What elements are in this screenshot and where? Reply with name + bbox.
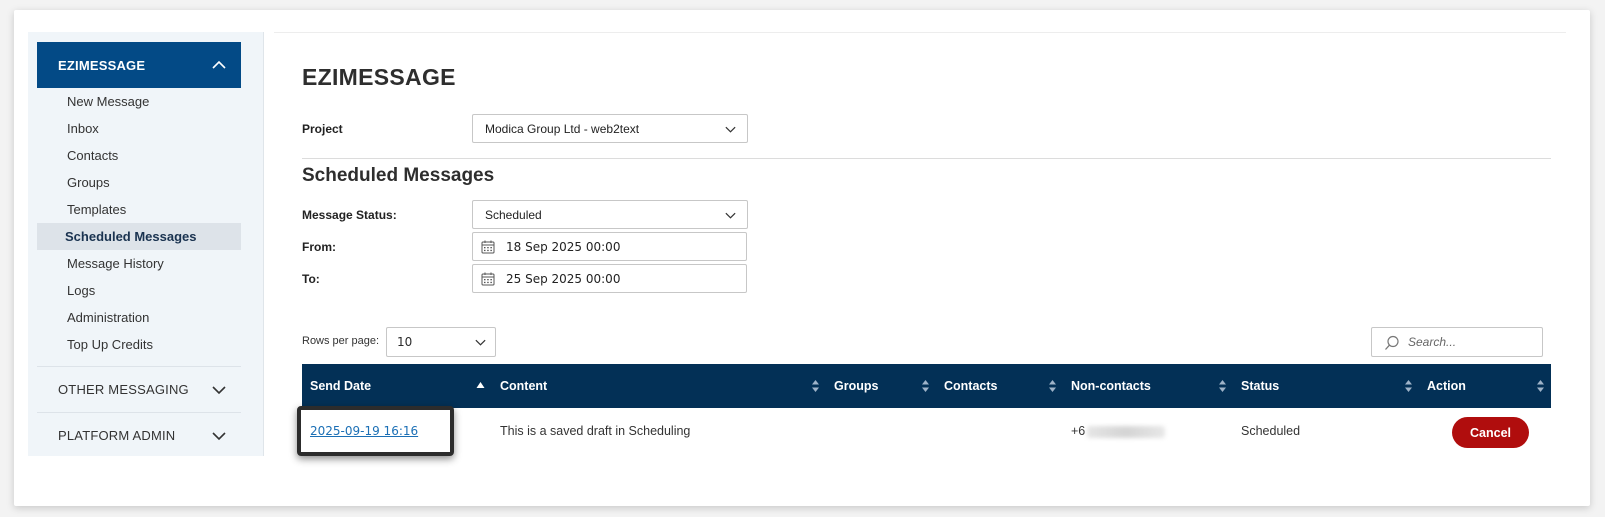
sort-ascending-icon xyxy=(476,382,485,388)
sidebar-item-message-history[interactable]: Message History xyxy=(37,250,241,277)
project-label: Project xyxy=(302,122,343,136)
chevron-up-icon xyxy=(212,60,226,69)
section-divider xyxy=(302,158,1551,159)
rows-per-page-value: 10 xyxy=(397,335,413,349)
sort-icon xyxy=(922,380,929,392)
rows-per-page-select[interactable]: 10 xyxy=(386,327,496,357)
sidebar-list: New Message Inbox Contacts Groups Templa… xyxy=(37,88,241,358)
project-select-value: Modica Group Ltd - web2text xyxy=(485,121,640,136)
chevron-down-icon xyxy=(212,386,226,395)
sidebar-item-inbox[interactable]: Inbox xyxy=(37,115,241,142)
from-date-value: 18 Sep 2025 00:00 xyxy=(506,239,621,254)
search-input[interactable] xyxy=(1408,335,1533,349)
page-title: EZIMESSAGE xyxy=(302,64,456,90)
message-status-value: Scheduled xyxy=(485,207,542,222)
column-label: Content xyxy=(500,379,548,393)
chevron-down-icon xyxy=(475,339,486,346)
cell-content: This is a saved draft in Scheduling xyxy=(500,424,691,438)
sort-icon xyxy=(812,380,819,392)
column-header-groups[interactable]: Groups xyxy=(826,364,936,408)
sidebar-section-ezimessage[interactable]: EZIMESSAGE xyxy=(37,42,241,88)
to-label: To: xyxy=(302,272,320,286)
cell-status: Scheduled xyxy=(1241,424,1301,438)
column-label: Contacts xyxy=(944,379,998,393)
cancel-button[interactable]: Cancel xyxy=(1452,417,1529,448)
cell-send-date: 2025-09-19 16:16 xyxy=(302,408,492,454)
sort-icon xyxy=(1219,380,1226,392)
chevron-down-icon xyxy=(725,126,736,133)
top-divider xyxy=(274,32,1566,33)
cell-groups xyxy=(826,408,936,454)
sidebar-item-administration[interactable]: Administration xyxy=(37,304,241,331)
project-select[interactable]: Modica Group Ltd - web2text xyxy=(472,114,748,143)
message-status-select[interactable]: Scheduled xyxy=(472,200,748,229)
column-header-non-contacts[interactable]: Non-contacts xyxy=(1063,364,1233,408)
sidebar-item-contacts[interactable]: Contacts xyxy=(37,142,241,169)
column-header-action[interactable]: Action xyxy=(1419,364,1551,408)
rows-per-page-label: Rows per page: xyxy=(302,335,380,347)
search-box xyxy=(1371,327,1543,357)
column-label: Action xyxy=(1427,379,1466,393)
to-date-value: 25 Sep 2025 00:00 xyxy=(506,271,621,286)
chevron-down-icon xyxy=(212,432,226,441)
table-header: Send Date Content Groups Contacts Non-co… xyxy=(302,364,1551,408)
column-label: Groups xyxy=(834,379,879,393)
column-header-status[interactable]: Status xyxy=(1233,364,1419,408)
from-date-input[interactable]: 18 Sep 2025 00:00 xyxy=(472,232,747,261)
message-status-label: Message Status: xyxy=(302,208,397,222)
to-date-input[interactable]: 25 Sep 2025 00:00 xyxy=(472,264,747,293)
column-header-content[interactable]: Content xyxy=(492,364,826,408)
non-contacts-number: +6 xyxy=(1071,424,1086,438)
calendar-icon xyxy=(481,272,495,286)
sidebar-item-new-message[interactable]: New Message xyxy=(37,88,241,115)
cell-contacts xyxy=(936,408,1063,454)
sidebar-group-label: PLATFORM ADMIN xyxy=(58,428,176,443)
cell-non-contacts: +6 xyxy=(1063,408,1233,454)
column-label: Status xyxy=(1241,379,1280,393)
column-header-send-date[interactable]: Send Date xyxy=(302,364,492,408)
sidebar: EZIMESSAGE New Message Inbox Contacts Gr… xyxy=(28,32,264,456)
sort-icon xyxy=(1405,380,1412,392)
sidebar-item-templates[interactable]: Templates xyxy=(37,196,241,223)
column-label: Send Date xyxy=(310,379,372,393)
sidebar-item-scheduled-messages[interactable]: Scheduled Messages xyxy=(37,223,241,250)
send-date-link[interactable]: 2025-09-19 16:16 xyxy=(310,424,418,438)
sidebar-item-logs[interactable]: Logs xyxy=(37,277,241,304)
column-header-contacts[interactable]: Contacts xyxy=(936,364,1063,408)
section-title: Scheduled Messages xyxy=(302,165,495,186)
column-label: Non-contacts xyxy=(1071,379,1151,393)
sidebar-group-platform-admin[interactable]: PLATFORM ADMIN xyxy=(37,412,241,458)
sidebar-section-label: EZIMESSAGE xyxy=(58,57,146,73)
from-label: From: xyxy=(302,240,336,254)
chevron-down-icon xyxy=(725,212,736,219)
sidebar-group-other-messaging[interactable]: OTHER MESSAGING xyxy=(37,366,241,412)
table-row: 2025-09-19 16:16 This is a saved draft i… xyxy=(302,408,1551,454)
sidebar-item-top-up-credits[interactable]: Top Up Credits xyxy=(37,331,241,358)
search-icon xyxy=(1385,335,1399,350)
redacted-number xyxy=(1087,425,1166,438)
sort-icon xyxy=(1049,380,1056,392)
sidebar-group-label: OTHER MESSAGING xyxy=(58,382,189,397)
sort-icon xyxy=(1537,380,1544,392)
sidebar-item-groups[interactable]: Groups xyxy=(37,169,241,196)
calendar-icon xyxy=(481,240,495,254)
